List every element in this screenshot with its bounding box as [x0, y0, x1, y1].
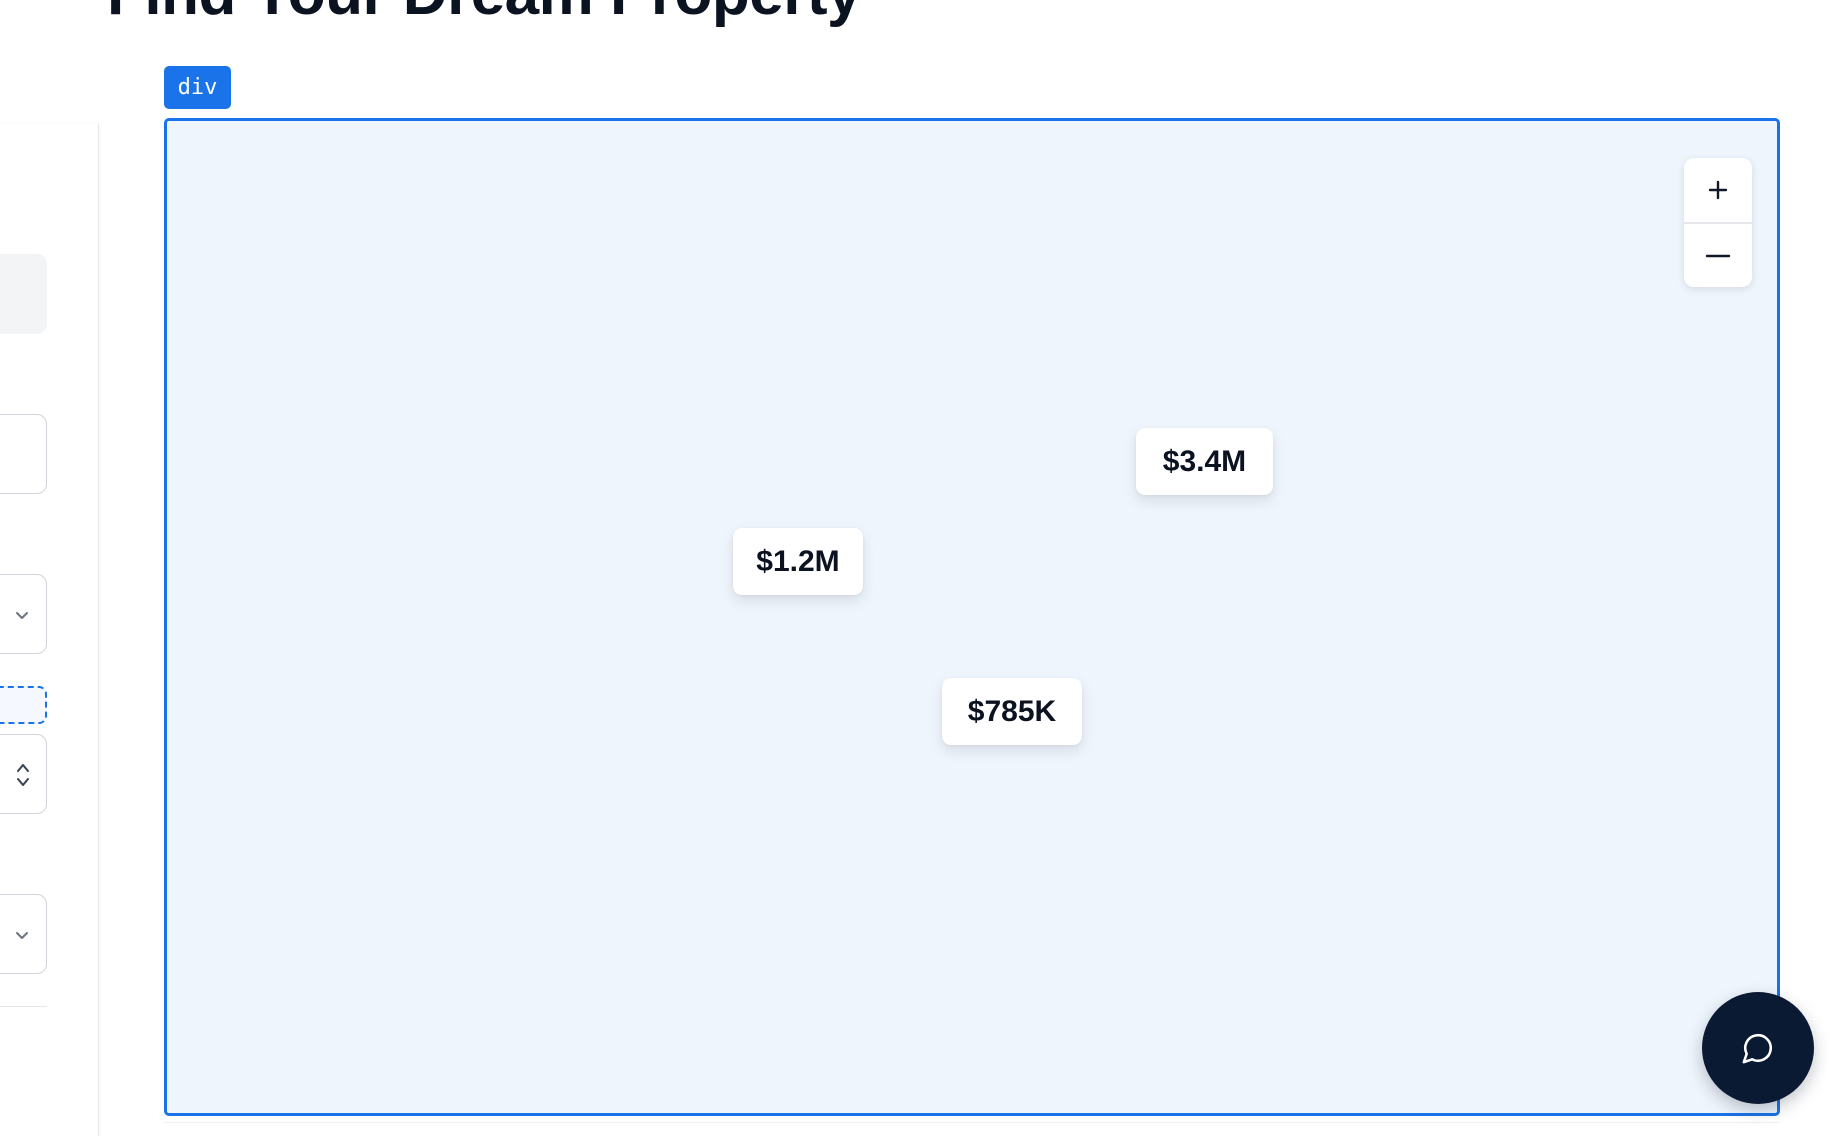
zoom-in-button[interactable] [1684, 158, 1752, 222]
below-map-section [164, 1122, 1780, 1136]
filters-sidebar [0, 124, 99, 1136]
filter-search-field[interactable] [0, 254, 47, 334]
chevron-down-icon [16, 612, 28, 619]
zoom-out-button[interactable] [1684, 224, 1752, 288]
chat-bubble-icon [1742, 1033, 1773, 1064]
minus-icon [1705, 254, 1731, 257]
plus-icon [1708, 180, 1728, 200]
chat-button[interactable] [1702, 992, 1814, 1104]
price-marker[interactable]: $785K [942, 678, 1082, 745]
price-marker[interactable]: $1.2M [733, 528, 863, 595]
stepper-arrows-icon[interactable] [14, 759, 32, 791]
property-map[interactable]: $1.2M $3.4M $785K [164, 118, 1780, 1116]
page: Find Your Dream Property div [0, 0, 1830, 1136]
zoom-controls [1684, 158, 1752, 287]
filter-select-1[interactable] [0, 574, 47, 654]
filter-number-input[interactable] [0, 734, 47, 814]
filter-text-input[interactable] [0, 414, 47, 494]
highlighted-element-outline [0, 686, 47, 724]
sidebar-divider [0, 1006, 47, 1007]
price-marker[interactable]: $3.4M [1136, 428, 1273, 495]
page-title: Find Your Dream Property [107, 0, 861, 30]
element-inspector-tag: div [164, 66, 231, 109]
filter-select-2[interactable] [0, 894, 47, 974]
chevron-down-icon [16, 932, 28, 939]
